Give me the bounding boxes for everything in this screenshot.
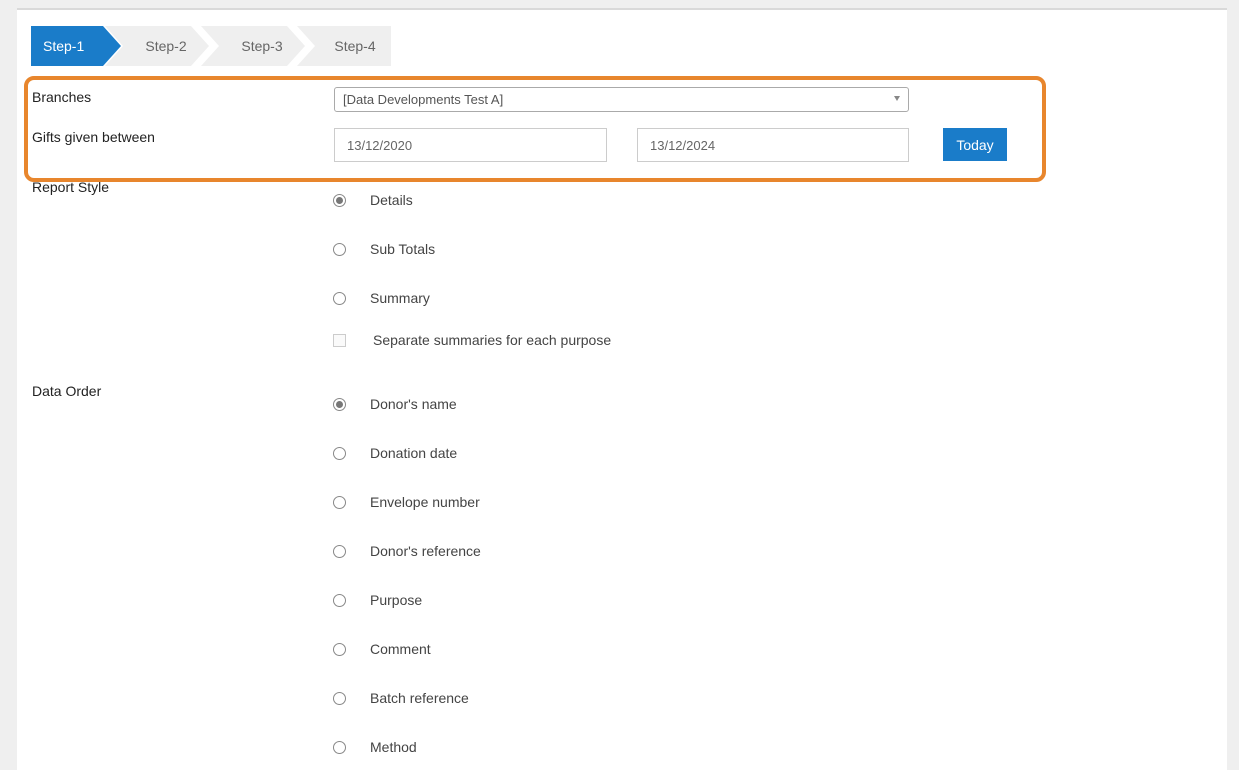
radio-selected-icon[interactable] bbox=[333, 193, 346, 207]
data-order-option[interactable]: Batch reference bbox=[333, 688, 469, 708]
radio-icon[interactable] bbox=[333, 291, 346, 305]
radio-icon[interactable] bbox=[333, 740, 346, 754]
date-from-value: 13/12/2020 bbox=[347, 137, 413, 153]
option-label: Donor's reference bbox=[370, 543, 481, 559]
date-from-input[interactable]: 13/12/2020 bbox=[334, 128, 607, 162]
option-label: Batch reference bbox=[370, 690, 469, 706]
report-style-option[interactable]: Sub Totals bbox=[333, 239, 435, 259]
data-order-option[interactable]: Method bbox=[333, 737, 417, 757]
data-order-option[interactable]: Comment bbox=[333, 639, 431, 659]
branches-select[interactable]: [Data Developments Test A] bbox=[334, 87, 909, 112]
option-label: Donation date bbox=[370, 445, 458, 461]
radio-selected-icon[interactable] bbox=[333, 397, 346, 411]
report-style-label: Report Style bbox=[32, 179, 110, 195]
radio-icon[interactable] bbox=[333, 691, 346, 705]
option-label: Summary bbox=[370, 290, 430, 306]
date-to-input[interactable]: 13/12/2024 bbox=[637, 128, 909, 162]
data-order-option[interactable]: Donation date bbox=[333, 443, 457, 463]
radio-icon[interactable] bbox=[333, 495, 346, 509]
branches-value: [Data Developments Test A] bbox=[343, 92, 504, 107]
step-3[interactable]: Step-3 bbox=[201, 26, 305, 66]
step-4[interactable]: Step-4 bbox=[297, 26, 391, 66]
radio-icon[interactable] bbox=[333, 446, 346, 460]
option-label: Envelope number bbox=[370, 494, 480, 510]
data-order-option[interactable]: Donor's name bbox=[333, 394, 457, 414]
chevron-down-icon bbox=[894, 96, 900, 101]
date-to-value: 13/12/2024 bbox=[650, 137, 716, 153]
option-label: Comment bbox=[370, 641, 431, 657]
gifts-given-label: Gifts given between bbox=[32, 129, 155, 145]
radio-icon[interactable] bbox=[333, 642, 346, 656]
data-order-label: Data Order bbox=[32, 383, 102, 399]
branches-label: Branches bbox=[32, 89, 92, 105]
option-label: Separate summaries for each purpose bbox=[373, 332, 612, 348]
option-label: Donor's name bbox=[370, 396, 457, 412]
report-panel: Step-4 Step-3 Step-2 Step-1 Branches [Da… bbox=[17, 8, 1227, 770]
option-label: Details bbox=[370, 192, 413, 208]
option-label: Sub Totals bbox=[370, 241, 436, 257]
separate-summaries-option[interactable]: Separate summaries for each purpose bbox=[333, 330, 611, 350]
report-style-option[interactable]: Details bbox=[333, 190, 413, 210]
radio-icon[interactable] bbox=[333, 544, 346, 558]
data-order-option[interactable]: Purpose bbox=[333, 590, 422, 610]
checkbox-icon[interactable] bbox=[333, 333, 346, 347]
step-wizard: Step-4 Step-3 Step-2 Step-1 bbox=[31, 26, 391, 66]
data-order-option[interactable]: Donor's reference bbox=[333, 541, 481, 561]
option-label: Method bbox=[370, 739, 417, 755]
step-1[interactable]: Step-1 bbox=[31, 26, 121, 66]
report-style-option[interactable]: Summary bbox=[333, 288, 430, 308]
data-order-option[interactable]: Envelope number bbox=[333, 492, 480, 512]
radio-icon[interactable] bbox=[333, 593, 346, 607]
today-button[interactable]: Today bbox=[943, 128, 1007, 161]
radio-icon[interactable] bbox=[333, 242, 346, 256]
option-label: Purpose bbox=[370, 592, 423, 608]
